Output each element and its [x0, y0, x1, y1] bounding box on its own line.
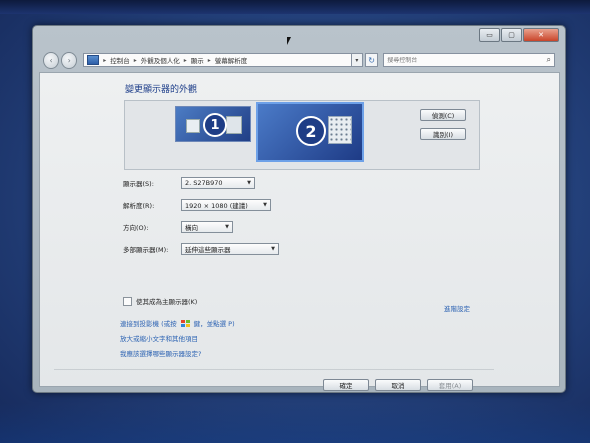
search-input[interactable]	[387, 56, 538, 64]
monitor-1-tile[interactable]: 1	[175, 106, 251, 142]
breadcrumb-separator-icon: ▸	[103, 56, 107, 64]
projector-link-prefix: 連接到投影機 (或按	[120, 320, 177, 328]
monitor-bezel	[0, 0, 590, 14]
screen-resolution-window: ▭ ▢ ✕ ‹ › ▸ 控制台 ▸ 外觀及個人化 ▸ 顯示 ▸ 螢幕解析度 ▾ …	[32, 25, 566, 393]
multiple-displays-value: 延伸這些顯示器	[185, 246, 231, 254]
orientation-label: 方向(O):	[123, 224, 149, 232]
breadcrumb-separator-icon: ▸	[207, 56, 211, 64]
windows-logo-icon	[180, 319, 190, 327]
monitor-number-badge: 2	[296, 116, 326, 146]
caption-buttons: ▭ ▢ ✕	[479, 28, 559, 42]
monitor-2-tile[interactable]: 2	[256, 102, 364, 162]
navigation-bar: ‹ › ▸ 控制台 ▸ 外觀及個人化 ▸ 顯示 ▸ 螢幕解析度 ▾ ↻ ⌕	[43, 51, 555, 69]
display-row: 顯示器(S): 2. S27B970 ▼	[123, 176, 255, 190]
display-select[interactable]: 2. S27B970 ▼	[181, 177, 255, 189]
orientation-row: 方向(O): 橫向 ▼	[123, 220, 233, 234]
multiple-displays-row: 多部顯示器(M): 延伸這些顯示器 ▼	[123, 242, 279, 256]
window-thumbnail-icon	[186, 119, 200, 133]
address-dropdown-button[interactable]: ▾	[351, 53, 363, 67]
back-arrow-icon: ‹	[49, 55, 53, 65]
advanced-settings-link[interactable]: 進階設定	[444, 303, 470, 313]
refresh-icon: ↻	[368, 55, 375, 65]
control-panel-icon	[87, 55, 100, 65]
multiple-displays-label: 多部顯示器(M):	[123, 246, 169, 254]
minimize-button[interactable]: ▭	[479, 28, 500, 42]
display-value: 2. S27B970	[185, 179, 223, 187]
chevron-down-icon: ▼	[225, 224, 229, 230]
breadcrumb-item[interactable]: 外觀及個人化	[141, 55, 180, 65]
refresh-button[interactable]: ↻	[365, 53, 379, 67]
breadcrumb-separator-icon: ▸	[133, 56, 137, 64]
make-main-display-checkbox[interactable]: 使其成為主顯示器(K)	[123, 296, 197, 306]
chevron-down-icon: ▼	[247, 180, 251, 186]
orientation-value: 橫向	[185, 224, 198, 232]
ok-button[interactable]: 確定	[323, 379, 369, 391]
make-main-display-label: 使其成為主顯示器(K)	[136, 298, 198, 306]
chevron-down-icon: ▾	[355, 56, 359, 64]
resolution-label: 解析度(R):	[123, 202, 155, 210]
text-size-link[interactable]: 放大或縮小文字和其他項目	[120, 333, 198, 343]
search-icon[interactable]: ⌕	[547, 55, 551, 65]
orientation-select[interactable]: 橫向 ▼	[181, 221, 233, 233]
display-label: 顯示器(S):	[123, 180, 154, 188]
maximize-button[interactable]: ▢	[501, 28, 522, 42]
detect-button[interactable]: 偵測(C)	[420, 109, 466, 121]
back-button[interactable]: ‹	[43, 51, 60, 69]
breadcrumb-separator-icon: ▸	[183, 56, 187, 64]
content-pane: 變更顯示器的外觀 1 2 偵測(C) 識別(I) 顯示器(S): 2. S27B…	[39, 72, 560, 391]
chevron-down-icon: ▼	[271, 246, 275, 252]
breadcrumb-item[interactable]: 螢幕解析度	[215, 55, 248, 65]
window-thumbnail-icon	[328, 116, 352, 144]
monitor-number-badge: 1	[203, 113, 227, 137]
window-thumbnail-icon	[226, 116, 242, 134]
divider	[54, 369, 494, 370]
forward-button[interactable]: ›	[61, 51, 78, 69]
address-bar[interactable]: ▸ 控制台 ▸ 外觀及個人化 ▸ 顯示 ▸ 螢幕解析度	[83, 53, 352, 67]
close-button[interactable]: ✕	[523, 28, 559, 42]
resolution-value: 1920 × 1080 (建議)	[185, 202, 248, 210]
resolution-select[interactable]: 1920 × 1080 (建議) ▼	[181, 199, 271, 211]
breadcrumb-item[interactable]: 控制台	[110, 55, 130, 65]
page-title: 變更顯示器的外觀	[125, 85, 198, 95]
checkbox-box[interactable]	[123, 296, 132, 306]
display-arrangement-area: 1 2 偵測(C) 識別(I)	[124, 100, 480, 170]
chevron-down-icon: ▼	[263, 202, 267, 208]
forward-arrow-icon: ›	[67, 55, 71, 65]
identify-button[interactable]: 識別(I)	[420, 128, 466, 140]
resolution-row: 解析度(R): 1920 × 1080 (建議) ▼	[123, 198, 271, 212]
mouse-cursor-icon	[287, 37, 291, 45]
connect-projector-link[interactable]: 連接到投影機 (或按 鍵，並點選 P)	[120, 318, 235, 328]
apply-button[interactable]: 套用(A)	[427, 379, 473, 391]
search-box[interactable]: ⌕	[383, 53, 555, 67]
site-watermark-logo	[454, 405, 582, 437]
display-settings-help-link[interactable]: 我應該選擇哪些顯示器設定?	[120, 348, 201, 358]
projector-link-suffix: 鍵，並點選 P)	[193, 320, 235, 328]
cancel-button[interactable]: 取消	[375, 379, 421, 391]
breadcrumb-item[interactable]: 顯示	[191, 55, 204, 65]
multiple-displays-select[interactable]: 延伸這些顯示器 ▼	[181, 243, 279, 255]
